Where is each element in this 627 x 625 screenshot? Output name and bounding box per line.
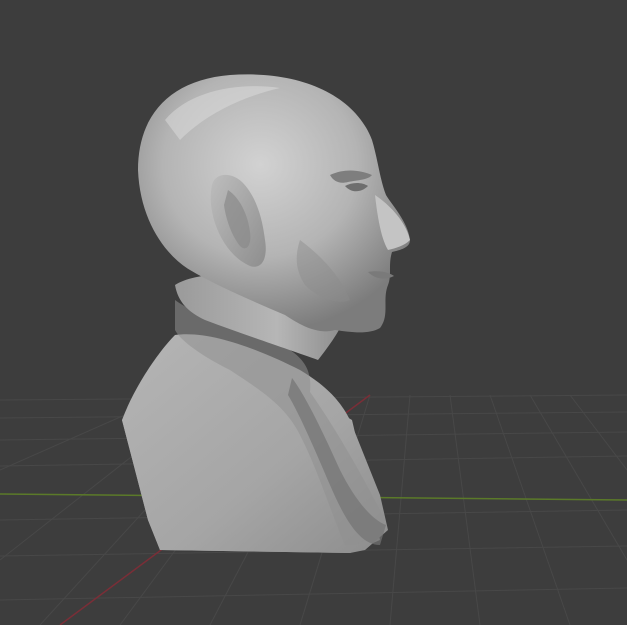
- bust-model[interactable]: [122, 74, 410, 553]
- viewport-canvas[interactable]: [0, 0, 627, 625]
- 3d-viewport[interactable]: [0, 0, 627, 625]
